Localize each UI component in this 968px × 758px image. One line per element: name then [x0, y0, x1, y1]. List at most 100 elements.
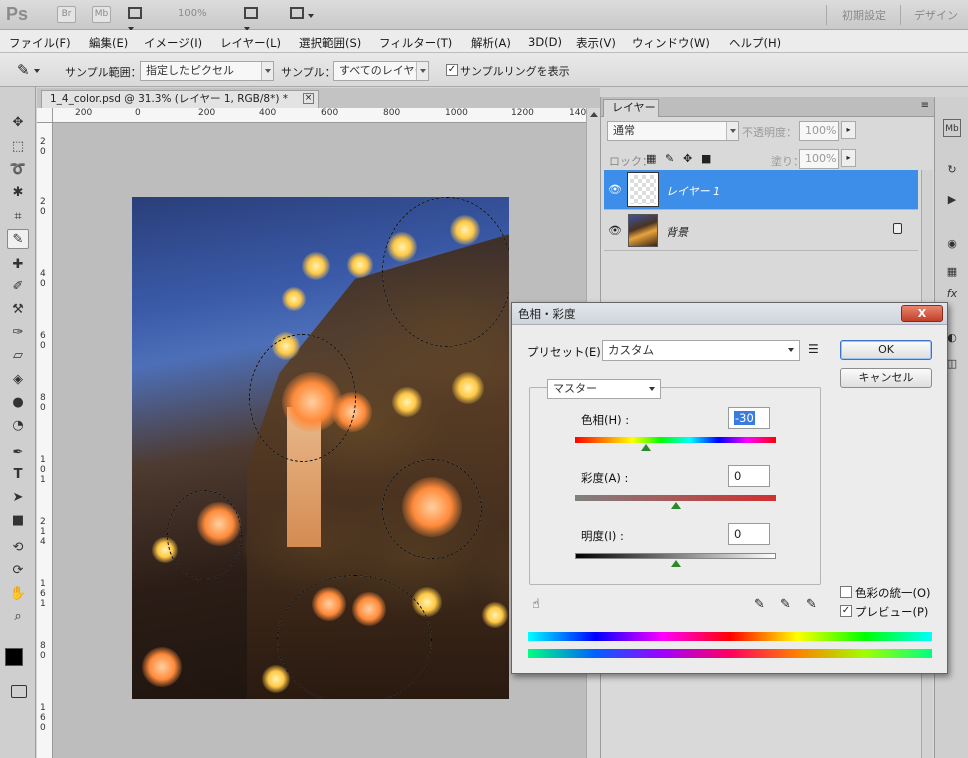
fill-input[interactable]: 100%: [799, 149, 839, 169]
menu-file[interactable]: ファイル(F): [9, 35, 71, 51]
sample-range-select[interactable]: 指定したピクセル: [140, 61, 274, 81]
lock-all-icon[interactable]: ■: [701, 152, 711, 165]
hue-input[interactable]: -30: [728, 407, 770, 429]
mini-bridge-button[interactable]: Mb: [92, 6, 111, 23]
menu-analysis[interactable]: 解析(A): [471, 35, 511, 51]
ok-button[interactable]: OK: [840, 340, 932, 360]
lock-transparency-icon[interactable]: ▦: [646, 152, 656, 165]
cancel-button[interactable]: キャンセル: [840, 368, 932, 388]
zoom-level[interactable]: 100%: [178, 8, 207, 19]
preview-checkbox[interactable]: ✓: [840, 605, 852, 617]
clone-stamp-tool-icon[interactable]: ⚒: [7, 300, 29, 320]
eye-icon[interactable]: 👁: [608, 183, 622, 196]
actions-panel-icon[interactable]: ▶: [943, 191, 961, 209]
3d-orbit-tool-icon[interactable]: ⟳: [7, 561, 29, 581]
arrange-documents-button[interactable]: [244, 7, 266, 31]
photoshop-logo: Ps: [6, 4, 29, 24]
layer-row[interactable]: 👁 背景: [604, 211, 918, 251]
preset-options-icon[interactable]: ☰: [808, 342, 819, 356]
hue-slider-knob[interactable]: [641, 444, 651, 451]
saturation-slider-track[interactable]: [575, 495, 776, 501]
screen-mode-button[interactable]: [290, 7, 320, 23]
lightness-input[interactable]: 0: [728, 523, 770, 545]
close-icon[interactable]: ×: [303, 93, 314, 104]
workspace-default[interactable]: 初期設定: [842, 7, 886, 23]
channel-select[interactable]: マスター: [547, 379, 661, 399]
eyedropper-preset-icon[interactable]: ✎: [17, 61, 41, 79]
dialog-close-button[interactable]: X: [901, 305, 943, 322]
tab-layers[interactable]: レイヤー: [603, 99, 659, 117]
zoom-tool-icon[interactable]: ⌕: [7, 607, 29, 627]
menu-3d[interactable]: 3D(D): [528, 35, 562, 49]
brush-tool-icon[interactable]: ✐: [7, 277, 29, 297]
arrow-up-icon[interactable]: [590, 112, 598, 117]
colorize-checkbox[interactable]: [840, 586, 852, 598]
workspace-design[interactable]: デザイン: [914, 7, 958, 23]
menu-view[interactable]: 表示(V): [576, 35, 616, 51]
menu-filter[interactable]: フィルター(T): [379, 35, 452, 51]
history-panel-icon[interactable]: ↻: [943, 161, 961, 179]
shape-tool-icon[interactable]: ■: [7, 511, 29, 531]
eyedropper-subtract-icon[interactable]: ✎: [806, 597, 817, 612]
menu-layer[interactable]: レイヤー(L): [220, 35, 281, 51]
target-adjust-hand-icon[interactable]: ☝: [532, 597, 540, 612]
history-brush-tool-icon[interactable]: ✑: [7, 323, 29, 343]
lightness-slider-knob[interactable]: [671, 560, 681, 567]
eyedropper-tool-icon[interactable]: ✎: [7, 229, 29, 249]
dodge-tool-icon[interactable]: ◔: [7, 416, 29, 436]
paint-bucket-tool-icon[interactable]: ◈: [7, 370, 29, 390]
hue-slider-track[interactable]: [575, 437, 776, 443]
pen-tool-icon[interactable]: ✒: [7, 443, 29, 463]
menu-help[interactable]: ヘルプ(H): [729, 35, 781, 51]
saturation-input[interactable]: 0: [728, 465, 770, 487]
layer-name[interactable]: 背景: [666, 224, 688, 240]
3d-rotate-tool-icon[interactable]: ⟲: [7, 538, 29, 558]
opacity-input[interactable]: 100%: [799, 121, 839, 141]
quick-selection-tool-icon[interactable]: ✱: [7, 183, 29, 203]
menu-edit[interactable]: 編集(E): [89, 35, 128, 51]
hand-tool-icon[interactable]: ✋: [7, 584, 29, 604]
options-bar: ✎ サンプル範囲： 指定したピクセル サンプル： すべてのレイヤー ✓ サンプル…: [0, 53, 968, 87]
layer-name[interactable]: レイヤー 1: [666, 183, 720, 199]
sample-layers-select[interactable]: すべてのレイヤー: [333, 61, 429, 81]
eyedropper-add-icon[interactable]: ✎: [780, 597, 791, 612]
foreground-color-swatch[interactable]: [5, 648, 23, 666]
view-extras-button[interactable]: [128, 7, 150, 31]
lightness-slider-track[interactable]: [575, 553, 776, 559]
marquee-tool-icon[interactable]: ⬚: [7, 137, 29, 157]
menu-select[interactable]: 選択範囲(S): [299, 35, 361, 51]
layer-row[interactable]: 👁 レイヤー 1: [604, 170, 918, 210]
color-panel-icon[interactable]: ◉: [943, 235, 961, 253]
menu-window[interactable]: ウィンドウ(W): [632, 35, 710, 51]
mini-bridge-panel-icon[interactable]: Mb: [943, 119, 961, 137]
document-image[interactable]: [132, 197, 509, 699]
move-tool-icon[interactable]: ✥: [7, 113, 29, 133]
quick-mask-icon[interactable]: [11, 685, 27, 698]
show-sampling-ring-checkbox[interactable]: ✓: [446, 64, 458, 76]
blend-mode-select[interactable]: 通常: [607, 121, 739, 141]
spot-healing-tool-icon[interactable]: ✚: [7, 255, 29, 275]
lock-position-icon[interactable]: ✥: [683, 152, 692, 165]
vertical-ruler[interactable]: 2 0 2 0 4 0 6 0 8 0 1 0 1 2 1 4 1 6 1 8 …: [37, 123, 53, 758]
eye-icon[interactable]: 👁: [608, 224, 622, 237]
opacity-slider-button[interactable]: ▸: [841, 121, 856, 139]
eyedropper-icon[interactable]: ✎: [754, 597, 765, 612]
ruler-origin[interactable]: [37, 108, 53, 123]
lasso-tool-icon[interactable]: ➰: [7, 160, 29, 180]
type-tool-icon[interactable]: T: [7, 465, 29, 485]
bridge-button[interactable]: Br: [57, 6, 76, 23]
fill-slider-button[interactable]: ▸: [841, 149, 856, 167]
swatches-panel-icon[interactable]: ▦: [943, 263, 961, 281]
preset-select[interactable]: カスタム: [602, 340, 800, 361]
path-selection-tool-icon[interactable]: ➤: [7, 488, 29, 508]
menu-image[interactable]: イメージ(I): [144, 35, 202, 51]
horizontal-ruler[interactable]: 200 0 200 400 600 800 1000 1200 1400: [53, 108, 586, 123]
crop-tool-icon[interactable]: ⌗: [7, 207, 29, 227]
saturation-slider-knob[interactable]: [671, 502, 681, 509]
styles-panel-icon[interactable]: fx: [943, 285, 961, 303]
lock-image-icon[interactable]: ✎: [665, 152, 674, 165]
panel-menu-icon[interactable]: ≡: [921, 100, 929, 111]
blur-tool-icon[interactable]: ●: [7, 393, 29, 413]
document-tab[interactable]: 1_4_color.psd @ 31.3% (レイヤー 1, RGB/8*) *…: [41, 90, 319, 108]
eraser-tool-icon[interactable]: ▱: [7, 346, 29, 366]
